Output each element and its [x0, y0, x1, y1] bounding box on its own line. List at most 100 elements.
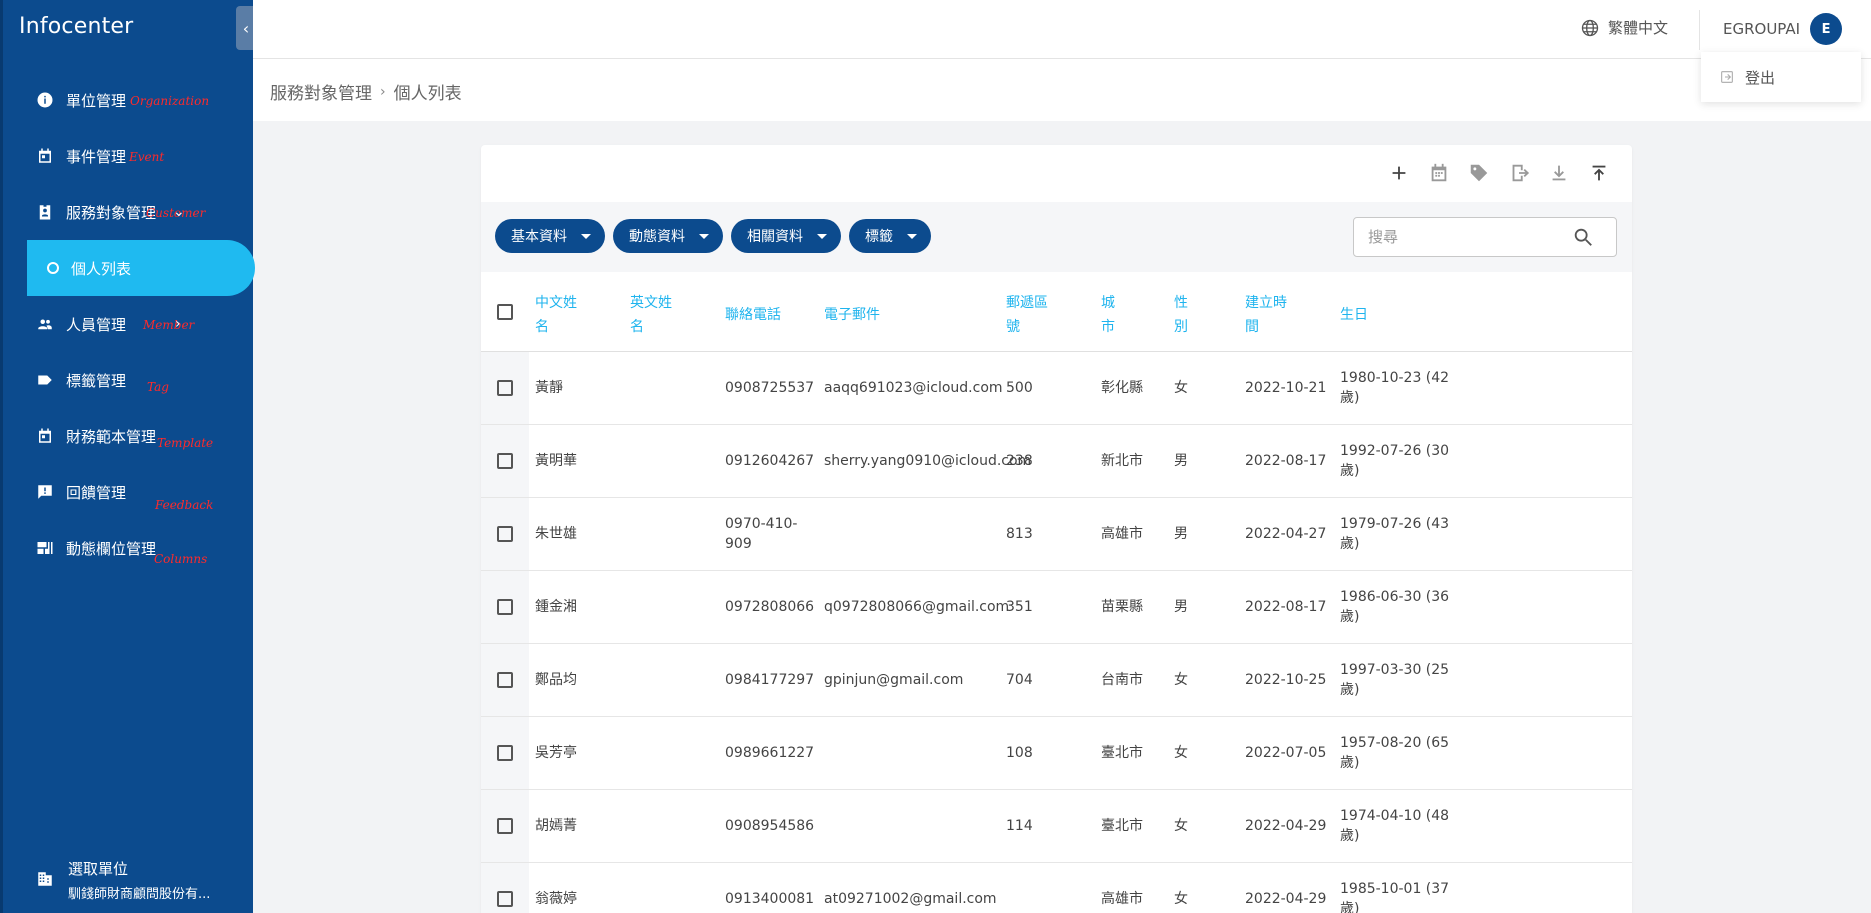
filter-dynamic-info[interactable]: 動態資料	[613, 219, 723, 253]
chevron-left-icon: ‹	[242, 18, 250, 38]
row-checkbox[interactable]	[497, 526, 513, 542]
search-input[interactable]	[1354, 228, 1564, 246]
logout-icon	[1721, 71, 1733, 83]
cell-phone: 0908954586	[725, 818, 815, 834]
table-row[interactable]: 朱世雄 0970-410- 909 813 高雄市 男 2022-04-27 1979-07…	[481, 498, 1632, 571]
filter-related-info[interactable]: 相關資料	[731, 219, 841, 253]
sidebar-item-feedback[interactable]: 回饋管理 Feedback	[3, 464, 253, 520]
row-checkbox-cell	[481, 644, 529, 716]
row-checkbox[interactable]	[497, 453, 513, 469]
cell-created: 2022-04-27	[1245, 526, 1327, 542]
cell-email: at09271002@gmail.com	[824, 891, 997, 907]
cell-email: gpinjun@gmail.com	[824, 672, 964, 688]
column-header-phone[interactable]: 聯絡電話	[725, 303, 781, 327]
cell-cname: 黃明華	[535, 453, 577, 469]
search-icon[interactable]	[1572, 226, 1594, 248]
info-icon	[36, 91, 54, 109]
column-header-gender[interactable]: 性 別	[1174, 291, 1188, 339]
cell-email: sherry.yang0910@icloud.com	[824, 453, 1032, 469]
table-header: 中文姓 名 英文姓 名 聯絡電話 電子郵件 郵遞區 號 城 市 性 別 建立時 …	[481, 272, 1632, 352]
cell-gender: 男	[1174, 526, 1188, 542]
language-switch[interactable]: 繁體中文	[1580, 17, 1668, 38]
cell-cname: 翁薇婷	[535, 891, 577, 907]
sidebar-item-template[interactable]: 財務範本管理 Template	[3, 408, 253, 464]
row-checkbox[interactable]	[497, 818, 513, 834]
sidebar-item-label: 單位管理	[66, 91, 127, 110]
column-header-city[interactable]: 城 市	[1101, 291, 1115, 339]
user-menu[interactable]: EGROUPAI E	[1723, 13, 1843, 45]
row-checkbox[interactable]	[497, 599, 513, 615]
person-list-card: 基本資料 動態資料 相關資料 標籤 中文姓 名 英文姓 名 聯絡電話 電子郵件 …	[481, 145, 1632, 913]
column-header-created[interactable]: 建立時 間	[1245, 291, 1287, 339]
filter-basic-info[interactable]: 基本資料	[495, 219, 605, 253]
sidebar-item-member[interactable]: 人員管理 Member ›	[3, 296, 253, 352]
sidebar-subitem-person-list[interactable]: 個人列表	[27, 240, 255, 296]
table-row[interactable]: 胡嫣菁 0908954586 114 臺北市 女 2022-04-29 1974-04-10…	[481, 790, 1632, 863]
cell-birthday: 1986-06-30 (36 歲)	[1340, 589, 1450, 625]
row-checkbox[interactable]	[497, 380, 513, 396]
breadcrumb-parent[interactable]: 服務對象管理	[270, 79, 372, 104]
row-checkbox[interactable]	[497, 745, 513, 761]
divider	[1699, 10, 1700, 50]
column-header-cname[interactable]: 中文姓 名	[535, 291, 577, 339]
sidebar-item-annotation: Template	[157, 436, 214, 450]
calendar-icon	[1431, 163, 1447, 182]
column-header-ename[interactable]: 英文姓 名	[630, 291, 672, 339]
row-checkbox-cell	[481, 352, 529, 424]
column-header-birthday[interactable]: 生日	[1340, 303, 1368, 327]
logout-menu-item[interactable]: 登出	[1701, 52, 1861, 102]
cell-email	[824, 498, 1004, 570]
row-checkbox-cell	[481, 717, 529, 789]
export-button[interactable]	[1506, 160, 1532, 186]
globe-icon	[1581, 19, 1599, 36]
table-row[interactable]: 鍾金湘 0972808066 q0972808066@gmail.com 351 苗栗縣…	[481, 571, 1632, 644]
calendar-button[interactable]	[1426, 160, 1452, 186]
sidebar-item-tag[interactable]: 標籤管理 Tag	[3, 352, 253, 408]
cell-zip: 108	[1006, 745, 1033, 761]
column-header-email[interactable]: 電子郵件	[824, 303, 880, 327]
filter-tags[interactable]: 標籤	[849, 219, 931, 253]
row-checkbox[interactable]	[497, 891, 513, 907]
cell-zip: 704	[1006, 672, 1033, 688]
language-label: 繁體中文	[1608, 19, 1669, 37]
upload-button[interactable]	[1586, 160, 1612, 186]
sidebar-item-annotation: Columns	[154, 552, 208, 566]
app-title: Infocenter	[19, 14, 134, 39]
breadcrumb-bar: 服務對象管理 › 個人列表	[253, 59, 1871, 121]
table-row[interactable]: 吳芳亭 0989661227 108 臺北市 女 2022-07-05 1957-08-20…	[481, 717, 1632, 790]
select-all-checkbox[interactable]	[497, 303, 513, 320]
cell-email	[824, 717, 1004, 789]
row-checkbox[interactable]	[497, 672, 513, 688]
sidebar-item-annotation: Tag	[147, 380, 169, 394]
table-row[interactable]: 黃靜 0908725537 aaqq691023@icloud.com 500 彰化縣 女…	[481, 352, 1632, 425]
breadcrumb-separator: ›	[380, 83, 386, 100]
row-checkbox-cell	[481, 571, 529, 643]
tag-button[interactable]	[1466, 160, 1492, 186]
table-row[interactable]: 黃明華 0912604267 sherry.yang0910@icloud.com 2…	[481, 425, 1632, 498]
column-header-zip[interactable]: 郵遞區 號	[1006, 291, 1048, 339]
sidebar-item-annotation: Event	[129, 150, 165, 164]
unit-selector[interactable]: 選取單位 馴錢師財商顧問股份有...	[36, 858, 210, 902]
sidebar-item-columns[interactable]: 動態欄位管理 Columns	[3, 520, 253, 576]
search-box	[1353, 217, 1617, 257]
cell-city: 高雄市	[1101, 526, 1143, 542]
sidebar-item-event[interactable]: 事件管理 Event	[3, 128, 253, 184]
table-row[interactable]: 翁薇婷 0913400081 at09271002@gmail.com 高雄市 女 202…	[481, 863, 1632, 913]
cell-city: 台南市	[1101, 672, 1143, 688]
download-button[interactable]	[1546, 160, 1572, 186]
cell-phone: 0908725537	[725, 380, 815, 396]
cell-phone: 0972808066	[725, 599, 815, 615]
avatar: E	[1810, 13, 1843, 45]
sidebar-item-customer[interactable]: 服務對象管理 Customer ⌄	[3, 184, 253, 240]
cell-gender: 女	[1174, 672, 1188, 688]
cell-cname: 胡嫣菁	[535, 818, 577, 834]
cell-created: 2022-08-17	[1245, 599, 1327, 615]
user-name: EGROUPAI	[1723, 20, 1801, 38]
cell-city: 苗栗縣	[1101, 599, 1143, 615]
cell-birthday: 1980-10-23 (42 歲)	[1340, 370, 1450, 406]
sidebar-item-organization[interactable]: 單位管理 Organization	[3, 72, 253, 128]
sidebar-nav: 單位管理 Organization 事件管理 Event 服務對象管理 Cust…	[3, 72, 255, 576]
sidebar-item-annotation: Organization	[130, 94, 210, 108]
add-button[interactable]	[1386, 160, 1412, 186]
table-row[interactable]: 鄭品均 0984177297 gpinjun@gmail.com 704 台南市 女 202…	[481, 644, 1632, 717]
